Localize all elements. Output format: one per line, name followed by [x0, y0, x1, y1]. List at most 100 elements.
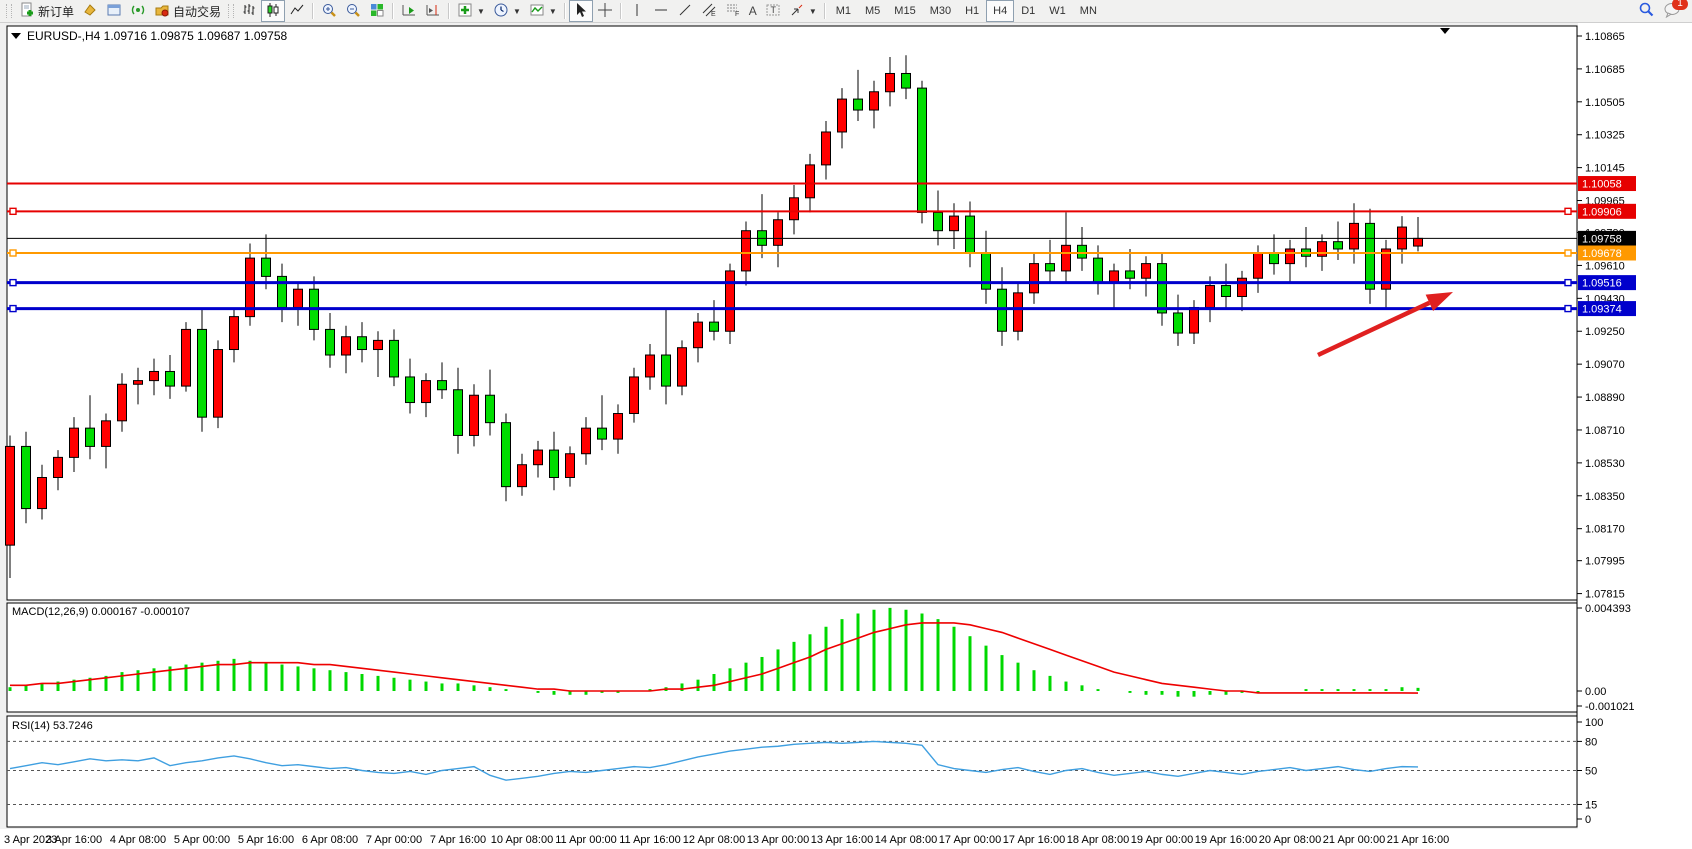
rsi-axis-label: 50	[1585, 766, 1597, 778]
macd-panel[interactable]	[7, 603, 1577, 712]
tile-windows-icon	[369, 2, 385, 21]
timeframe-M1[interactable]: M1	[829, 0, 858, 22]
time-axis-label: 10 Apr 08:00	[491, 834, 553, 846]
autotrading-button[interactable]: 自动交易	[150, 0, 225, 22]
line-handle[interactable]	[10, 306, 16, 312]
timeframe-M15[interactable]: M15	[887, 0, 922, 22]
candle	[534, 450, 543, 465]
chart-shift-icon	[425, 2, 441, 21]
candle	[774, 220, 783, 246]
timeframe-M30[interactable]: M30	[923, 0, 958, 22]
candle	[150, 371, 159, 380]
price-axis-label: 1.09250	[1585, 326, 1625, 338]
template-icon	[529, 2, 545, 21]
candle	[1206, 286, 1215, 308]
price-axis-label: 1.08350	[1585, 491, 1625, 503]
timeframe-M5[interactable]: M5	[858, 0, 887, 22]
line-chart-button[interactable]	[285, 0, 309, 22]
line-handle[interactable]	[1565, 208, 1571, 214]
candle	[1222, 286, 1231, 297]
candle	[790, 198, 799, 220]
line-handle[interactable]	[1565, 306, 1571, 312]
candle	[102, 421, 111, 447]
crosshair-icon	[597, 2, 613, 21]
time-axis-label: 7 Apr 00:00	[366, 834, 422, 846]
candle	[854, 99, 863, 110]
crosshair-button[interactable]	[593, 0, 617, 22]
candle	[582, 428, 591, 454]
line-handle[interactable]	[10, 250, 16, 256]
candle	[726, 271, 735, 331]
tile-windows-button[interactable]	[365, 0, 389, 22]
text-button[interactable]: A	[745, 0, 761, 22]
line-handle[interactable]	[1565, 280, 1571, 286]
templates-button[interactable]: ▼	[525, 0, 561, 22]
candle	[118, 384, 127, 421]
rsi-panel[interactable]	[7, 716, 1577, 827]
line-handle[interactable]	[1565, 250, 1571, 256]
candle	[1046, 264, 1055, 271]
vertical-line-button[interactable]	[625, 0, 649, 22]
time-axis-label: 11 Apr 00:00	[555, 834, 617, 846]
new-order-button[interactable]: 新订单	[15, 0, 78, 22]
timeframe-W1[interactable]: W1	[1042, 0, 1073, 22]
market-watch-button[interactable]	[102, 0, 126, 22]
chat-button[interactable]: 1	[1663, 2, 1681, 21]
candle	[342, 337, 351, 355]
rsi-axis-label: 80	[1585, 736, 1597, 748]
line-handle[interactable]	[10, 208, 16, 214]
equidistant-channel-button[interactable]: E	[697, 0, 721, 22]
chart-area[interactable]: EURUSD-,H4 1.09716 1.09875 1.09687 1.097…	[0, 23, 1692, 849]
chart-title: EURUSD-,H4 1.09716 1.09875 1.09687 1.097…	[27, 29, 288, 43]
main-panel[interactable]	[7, 26, 1577, 600]
fibonacci-button[interactable]: F	[721, 0, 745, 22]
candle	[294, 289, 303, 307]
time-axis-label: 3 Apr 16:00	[46, 834, 102, 846]
depth-of-market-button[interactable]	[78, 0, 102, 22]
autotrading-icon	[154, 2, 170, 21]
candle	[646, 355, 655, 377]
zoom-out-button[interactable]	[341, 0, 365, 22]
indicators-button[interactable]: ▼	[453, 0, 489, 22]
price-axis-label: 1.10325	[1585, 130, 1625, 142]
macd-label: MACD(12,26,9) 0.000167 -0.000107	[12, 606, 190, 618]
timeframe-H1[interactable]: H1	[958, 0, 986, 22]
candle	[1078, 245, 1087, 258]
timeframe-H4[interactable]: H4	[986, 0, 1014, 22]
gold-seal-icon	[82, 2, 98, 21]
periods-button[interactable]: ▼	[489, 0, 525, 22]
horizontal-line-button[interactable]	[649, 0, 673, 22]
price-axis-label: 1.08890	[1585, 392, 1625, 404]
price-axis-label: 1.08530	[1585, 458, 1625, 470]
line-handle[interactable]	[10, 280, 16, 286]
candle	[406, 377, 415, 403]
search-button[interactable]	[1634, 0, 1659, 22]
bar-chart-button[interactable]	[237, 0, 261, 22]
toolbar-separator	[824, 3, 826, 19]
candlestick-chart-button[interactable]	[261, 0, 285, 22]
auto-scroll-icon	[401, 2, 417, 21]
candle	[902, 73, 911, 88]
rsi-label: RSI(14) 53.7246	[12, 720, 93, 732]
candle	[1414, 238, 1423, 246]
signals-button[interactable]	[126, 0, 150, 22]
candle	[230, 317, 239, 350]
timeframe-D1[interactable]: D1	[1014, 0, 1042, 22]
candle	[1126, 271, 1135, 278]
candle	[822, 132, 831, 165]
cursor-button[interactable]	[569, 0, 593, 22]
candle	[1174, 313, 1183, 333]
price-axis-label: 1.10145	[1585, 163, 1625, 175]
auto-scroll-button[interactable]	[397, 0, 421, 22]
candle	[454, 390, 463, 436]
arrows-button[interactable]: ▼	[785, 0, 821, 22]
trendline-button[interactable]	[673, 0, 697, 22]
timeframe-MN[interactable]: MN	[1073, 0, 1104, 22]
chevron-down-icon: ▼	[549, 7, 557, 16]
chart-shift-button[interactable]	[421, 0, 445, 22]
trendline-icon	[677, 2, 693, 21]
fibonacci-icon: F	[725, 2, 741, 21]
zoom-in-button[interactable]	[317, 0, 341, 22]
vertical-line-icon	[629, 2, 645, 21]
text-label-button[interactable]: T	[761, 0, 785, 22]
